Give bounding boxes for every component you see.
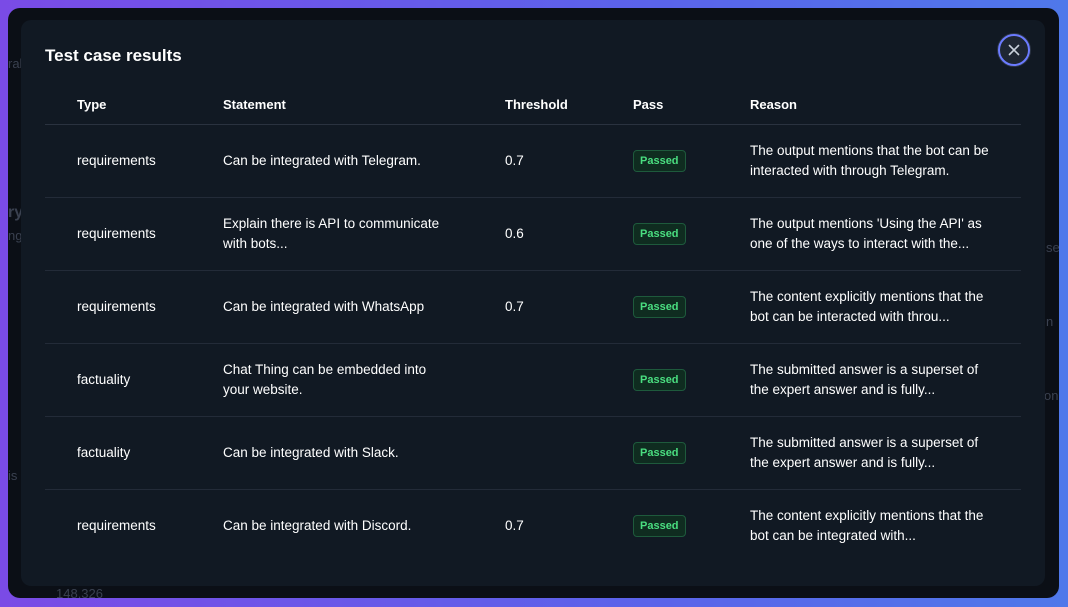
column-header-reason: Reason	[750, 84, 1021, 125]
cell-statement: Can be integrated with Telegram.	[223, 124, 505, 198]
reason-text: The content explicitly mentions that the…	[750, 508, 984, 543]
status-badge: Passed	[633, 369, 686, 391]
status-badge: Passed	[633, 223, 686, 245]
status-badge: Passed	[633, 442, 686, 464]
reason-text: The output mentions 'Using the API' as o…	[750, 216, 982, 251]
cell-threshold: 0.7	[505, 270, 633, 344]
cell-type: factuality	[45, 416, 223, 490]
cell-reason: The submitted answer is a superset of th…	[750, 416, 1021, 490]
reason-text: The content explicitly mentions that the…	[750, 289, 984, 324]
table-row: requirements Explain there is API to com…	[45, 197, 1021, 271]
test-results-modal: Test case results Type Statement Thresho…	[21, 20, 1045, 586]
cell-type: requirements	[77, 518, 156, 533]
column-header-threshold: Threshold	[505, 84, 633, 125]
background-text: on	[1044, 388, 1059, 403]
cell-threshold	[505, 416, 633, 490]
reason-text: The submitted answer is a superset of th…	[750, 362, 979, 397]
cell-type: requirements	[45, 197, 223, 271]
cell-statement: Can be integrated with Slack.	[223, 416, 505, 490]
statement-text: Explain there is API to communicate with…	[223, 216, 440, 251]
cell-reason: The submitted answer is a superset of th…	[750, 343, 1021, 417]
cell-reason: The output mentions 'Using the API' as o…	[750, 197, 1021, 271]
cell-pass: Passed	[633, 416, 750, 490]
statement-text: Can be integrated with WhatsApp	[223, 299, 425, 314]
cell-pass: Passed	[633, 490, 750, 563]
reason-text: The submitted answer is a superset of th…	[750, 435, 979, 470]
results-table: Type Statement Threshold Pass Reason req…	[45, 84, 1021, 562]
table-header-row: Type Statement Threshold Pass Reason	[45, 84, 1021, 125]
close-icon	[1008, 44, 1020, 56]
background-text: n	[1046, 314, 1054, 329]
table-row: factuality Can be integrated with Slack.…	[45, 416, 1021, 490]
cell-type: requirements	[45, 270, 223, 344]
cell-reason: The output mentions that the bot can be …	[750, 124, 1021, 198]
cell-threshold: 0.7	[505, 518, 524, 533]
table-row: requirements Can be integrated with Disc…	[45, 490, 1021, 563]
background-text: 148,326	[56, 586, 103, 598]
status-badge: Passed	[633, 515, 686, 537]
reason-text: The output mentions that the bot can be …	[750, 143, 989, 178]
table-row: requirements Can be integrated with Tele…	[45, 124, 1021, 198]
cell-statement: Explain there is API to communicate with…	[223, 197, 505, 271]
cell-pass: Passed	[633, 124, 750, 198]
cell-threshold	[505, 343, 633, 417]
status-badge: Passed	[633, 150, 686, 172]
column-header-type: Type	[45, 84, 223, 125]
cell-pass: Passed	[633, 197, 750, 271]
status-badge: Passed	[633, 296, 686, 318]
close-button[interactable]	[998, 34, 1030, 66]
cell-statement: Can be integrated with WhatsApp	[223, 270, 505, 344]
column-header-pass: Pass	[633, 84, 750, 125]
modal-title: Test case results	[45, 46, 182, 65]
cell-reason: The content explicitly mentions that the…	[750, 270, 1021, 344]
statement-text: Can be integrated with Discord.	[223, 518, 412, 533]
statement-text: Can be integrated with Slack.	[223, 445, 399, 460]
cell-pass: Passed	[633, 343, 750, 417]
cell-threshold: 0.7	[505, 124, 633, 198]
cell-pass: Passed	[633, 270, 750, 344]
table-row: factuality Chat Thing can be embedded in…	[45, 343, 1021, 417]
cell-threshold: 0.6	[505, 197, 633, 271]
cell-statement: Chat Thing can be embedded into your web…	[223, 343, 505, 417]
cell-type: factuality	[45, 343, 223, 417]
column-header-statement: Statement	[223, 84, 505, 125]
background-text: is	[8, 468, 18, 483]
table-row: requirements Can be integrated with What…	[45, 270, 1021, 344]
statement-text: Chat Thing can be embedded into your web…	[223, 362, 427, 397]
cell-type: requirements	[45, 124, 223, 198]
statement-text: Can be integrated with Telegram.	[223, 153, 421, 168]
background-text: se	[1046, 240, 1059, 255]
cell-statement: Can be integrated with Discord.	[223, 490, 505, 563]
cell-reason: The content explicitly mentions that the…	[750, 490, 1021, 563]
